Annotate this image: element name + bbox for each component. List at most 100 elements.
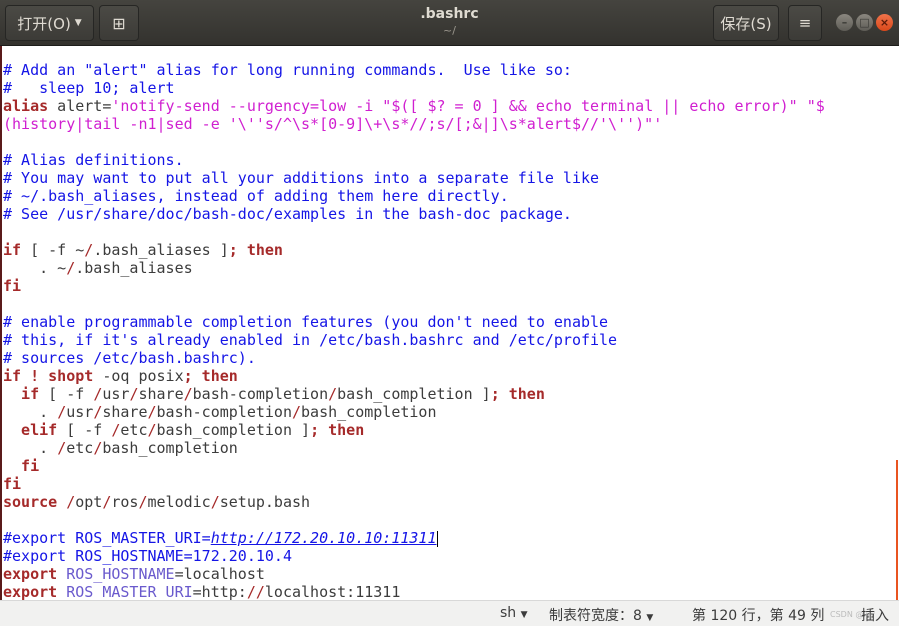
code-token: .bash_aliases ] (93, 241, 229, 259)
code-lines[interactable]: # Add an "alert" alias for long running … (3, 61, 825, 600)
dropdown-arrow-icon: ▼ (646, 613, 654, 623)
code-line[interactable]: elif [ -f /etc/bash_completion ]; then (3, 421, 825, 439)
code-token: / (328, 385, 338, 403)
scroll-indicator[interactable] (896, 460, 898, 600)
code-token: # sources /etc/bash.bashrc). (3, 349, 256, 367)
code-token: (history|tail -n1|sed -e '\''s/^\s*[0-9]… (3, 115, 663, 133)
code-token: # Add an "alert" alias for long running … (3, 61, 572, 79)
tab-width-label: 制表符宽度：8 (549, 608, 642, 624)
language-selector[interactable]: sh ▼ (500, 605, 528, 621)
code-token: bash_completion (102, 439, 238, 457)
code-token: / (57, 439, 67, 457)
code-line[interactable]: #export ROS_MASTER_URI=http://172.20.10.… (3, 529, 825, 547)
code-line[interactable]: # ~/.bash_aliases, instead of adding the… (3, 187, 825, 205)
code-token: ; then (490, 385, 545, 403)
text-editor[interactable]: # Add an "alert" alias for long running … (0, 46, 899, 600)
code-line[interactable]: # See /usr/share/doc/bash-doc/examples i… (3, 205, 825, 223)
code-token: bash_completion (301, 403, 437, 421)
code-token: # sleep 10; alert (3, 79, 175, 97)
code-line[interactable]: . /usr/share/bash-completion/bash_comple… (3, 403, 825, 421)
code-token: usr (66, 403, 94, 421)
code-token: bash_completion ] (156, 421, 311, 439)
code-token: bash_completion ] (337, 385, 491, 403)
code-token: [ -f (39, 385, 94, 403)
code-token: ; then (228, 241, 283, 259)
code-line[interactable]: fi (3, 475, 825, 493)
code-token: usr (102, 385, 130, 403)
code-token: [ -f ~ (21, 241, 85, 259)
code-token: opt (75, 493, 103, 511)
code-line[interactable]: # sleep 10; alert (3, 79, 825, 97)
code-token: -oq posix (93, 367, 184, 385)
code-line[interactable]: # You may want to put all your additions… (3, 169, 825, 187)
code-line[interactable] (3, 223, 825, 241)
code-token: if ! shopt (3, 367, 94, 385)
minimize-icon: – (841, 16, 848, 29)
code-token: alias (3, 97, 49, 115)
code-token: / (66, 493, 76, 511)
code-token: setup.bash (219, 493, 311, 511)
code-token: etc (120, 421, 148, 439)
code-line[interactable]: # Add an "alert" alias for long running … (3, 61, 825, 79)
code-line[interactable]: # Alias definitions. (3, 151, 825, 169)
code-line[interactable]: export ROS_MASTER_URI=http://localhost:1… (3, 583, 825, 600)
minimize-button[interactable]: – (836, 14, 853, 31)
code-token: =localhost (174, 565, 265, 583)
code-line[interactable]: if [ -f ~/.bash_aliases ]; then (3, 241, 825, 259)
menu-button[interactable]: ≡ (788, 5, 822, 41)
code-line[interactable] (3, 295, 825, 313)
code-token: export (3, 565, 58, 583)
code-token: / (93, 439, 103, 457)
code-token: / (147, 421, 157, 439)
save-button[interactable]: 保存(S) (713, 5, 779, 41)
code-token: / (138, 493, 148, 511)
code-token: ; then (183, 367, 238, 385)
code-line[interactable]: # this, if it's already enabled in /etc/… (3, 331, 825, 349)
code-token: # You may want to put all your additions… (3, 169, 600, 187)
code-token: fi (3, 457, 40, 475)
code-token: if (3, 385, 40, 403)
tab-width-selector[interactable]: 制表符宽度：8 ▼ (549, 605, 653, 625)
code-token: alert= (48, 97, 112, 115)
code-token: ROS_HOSTNAME (57, 565, 175, 583)
code-line[interactable]: fi (3, 277, 825, 295)
cursor-position: 第 120 行，第 49 列 (692, 608, 825, 624)
code-token: .bash_aliases (75, 259, 193, 277)
code-line[interactable]: alias alert='notify-send --urgency=low -… (3, 97, 825, 115)
code-token: ; then (310, 421, 365, 439)
code-line[interactable]: export ROS_HOSTNAME=localhost (3, 565, 825, 583)
code-token: / (292, 403, 302, 421)
code-line[interactable]: (history|tail -n1|sed -e '\''s/^\s*[0-9]… (3, 115, 825, 133)
code-token: bash-completion (156, 403, 292, 421)
code-token: #export ROS_MASTER_URI= (3, 529, 211, 547)
code-line[interactable]: #export ROS_HOSTNAME=172.20.10.4 (3, 547, 825, 565)
code-line[interactable]: . ~/.bash_aliases (3, 259, 825, 277)
code-token: share (138, 385, 184, 403)
code-line[interactable] (3, 133, 825, 151)
code-token: =http: (192, 583, 247, 600)
code-line[interactable]: source /opt/ros/melodic/setup.bash (3, 493, 825, 511)
code-token: . (3, 439, 58, 457)
code-line[interactable]: # sources /etc/bash.bashrc). (3, 349, 825, 367)
language-label: sh (500, 605, 517, 621)
close-button[interactable]: × (876, 14, 893, 31)
status-bar: sh ▼ 制表符宽度：8 ▼ 第 120 行，第 49 列 CSDN @lyy … (0, 600, 899, 626)
maximize-button[interactable]: □ (856, 14, 873, 31)
insert-mode: 插入 (861, 608, 889, 624)
code-token: / (210, 493, 220, 511)
code-line[interactable] (3, 511, 825, 529)
code-line[interactable]: # enable programmable completion feature… (3, 313, 825, 331)
code-token: elif (3, 421, 58, 439)
code-line[interactable]: if ! shopt -oq posix; then (3, 367, 825, 385)
code-token: . ~ (3, 259, 67, 277)
url-link: http://172.20.10.10:11311 (210, 529, 437, 547)
code-line[interactable]: if [ -f /usr/share/bash-completion/bash_… (3, 385, 825, 403)
code-token: source (3, 493, 58, 511)
code-token: #export ROS_HOSTNAME=172.20.10.4 (3, 547, 292, 565)
close-icon: × (879, 16, 890, 29)
code-token: if (3, 241, 22, 259)
code-line[interactable]: . /etc/bash_completion (3, 439, 825, 457)
code-token: / (66, 259, 76, 277)
code-line[interactable]: fi (3, 457, 825, 475)
